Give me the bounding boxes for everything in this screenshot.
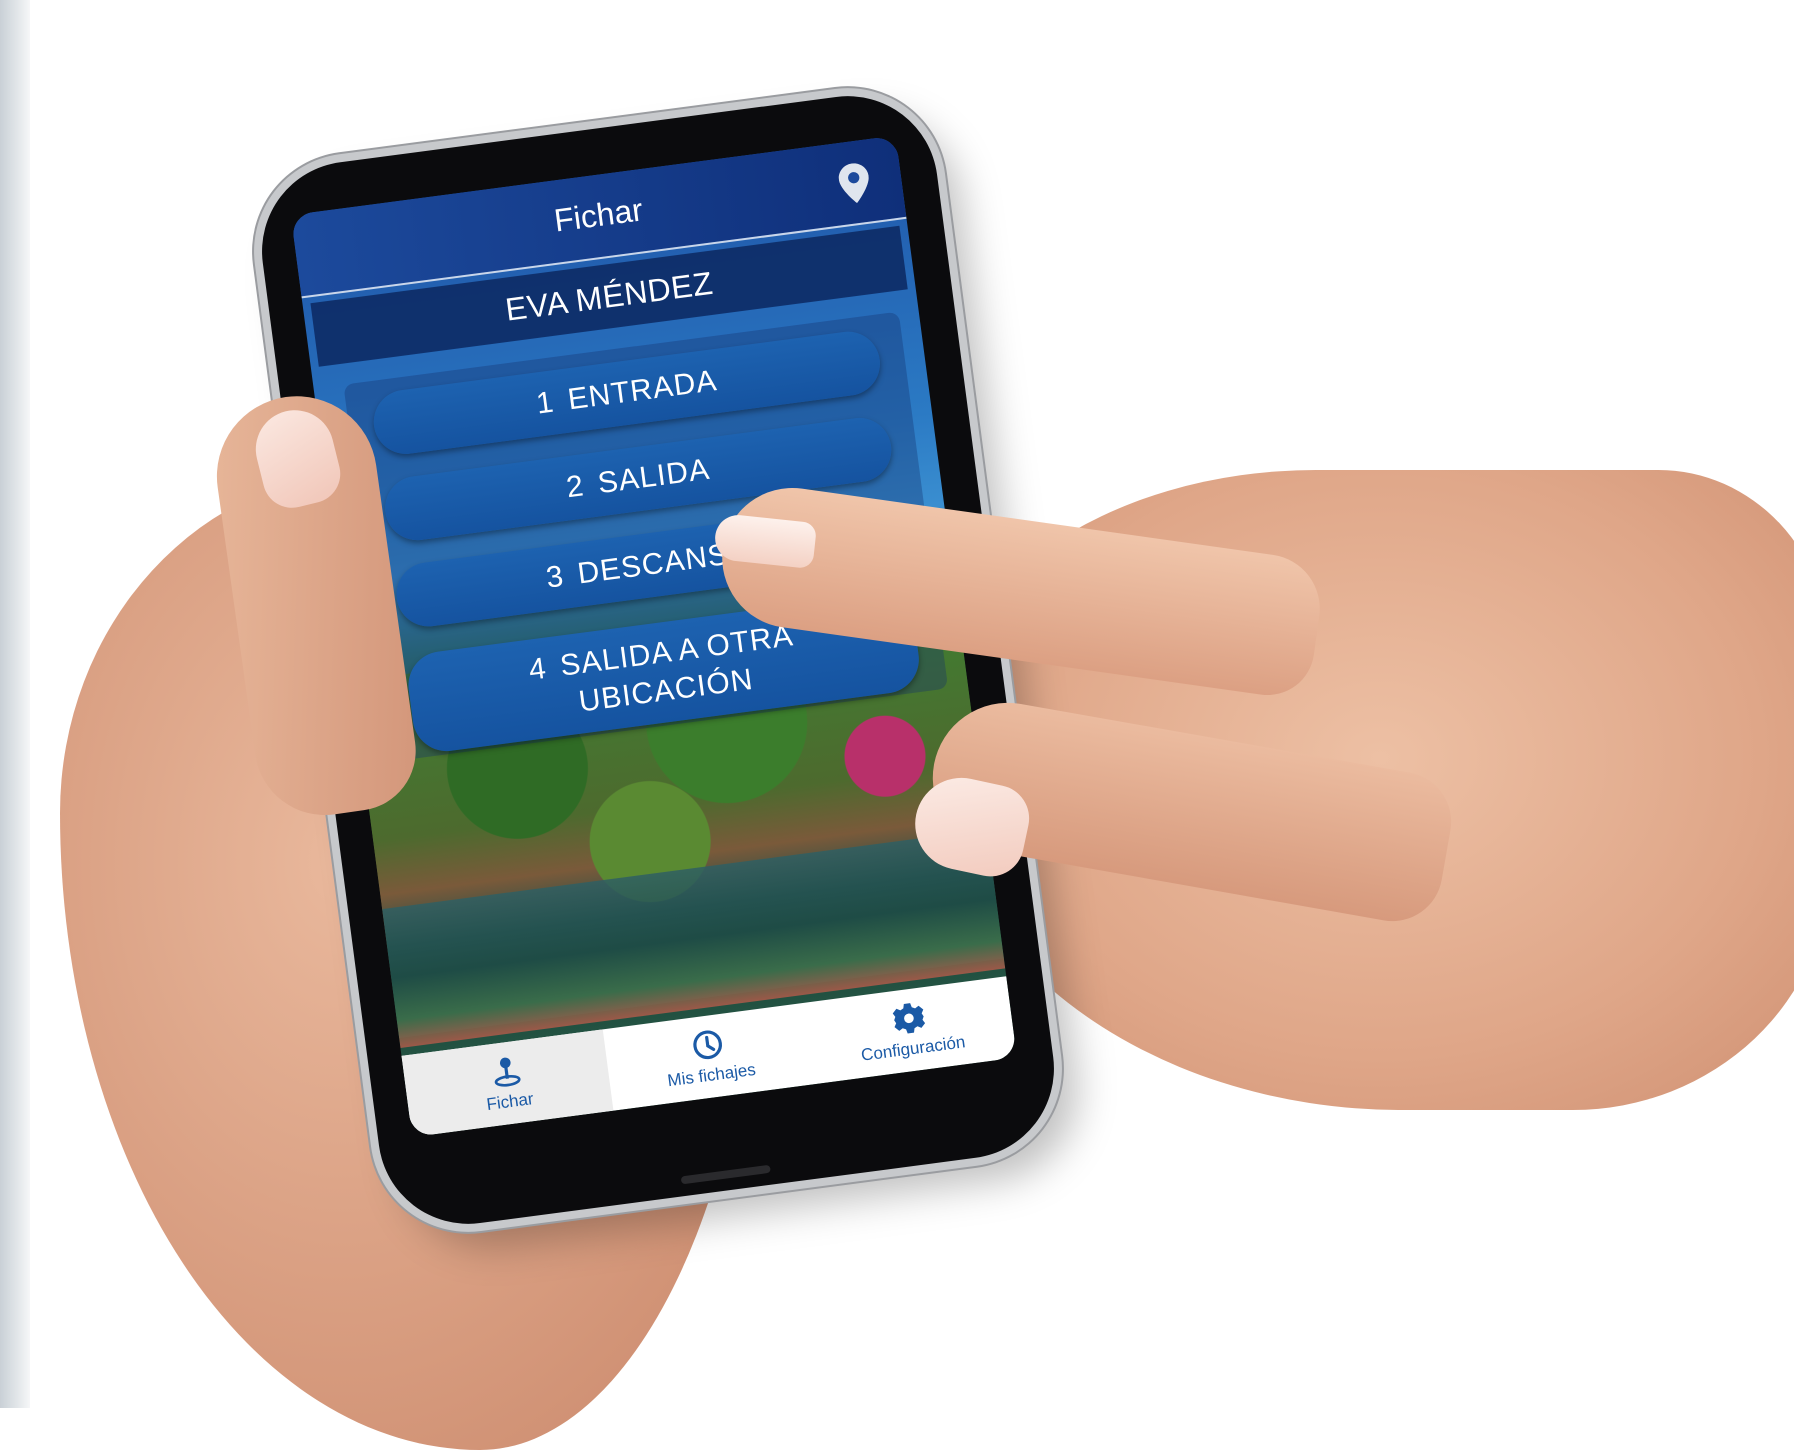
salida-number: 2 [564, 469, 587, 505]
clock-icon [693, 1030, 722, 1060]
salida-otra-number: 4 [526, 651, 549, 687]
nav-tab-fichar-label: Fichar [485, 1089, 535, 1115]
location-pin-icon[interactable] [837, 161, 872, 205]
photo-scene: Fichar EVA MÉNDEZ 1 ENTRADA 2 SALIDA 3 D… [0, 0, 1794, 1450]
salida-label: SALIDA [595, 452, 712, 501]
descanso-number: 3 [544, 559, 567, 595]
phone-speaker-grille [680, 1164, 771, 1185]
entrada-number: 1 [534, 385, 557, 421]
entrada-label: ENTRADA [565, 364, 720, 417]
nav-tab-mis-fichajes-label: Mis fichajes [666, 1059, 757, 1091]
nav-tab-configuracion[interactable]: Configuración [805, 976, 1017, 1084]
nav-tab-mis-fichajes[interactable]: Mis fichajes [603, 1003, 815, 1111]
nav-tab-fichar[interactable]: Fichar [401, 1029, 614, 1138]
nav-tab-configuracion-label: Configuración [859, 1032, 967, 1065]
background-edge [0, 0, 30, 1408]
gear-icon [893, 1003, 926, 1034]
location-person-icon [494, 1057, 521, 1087]
